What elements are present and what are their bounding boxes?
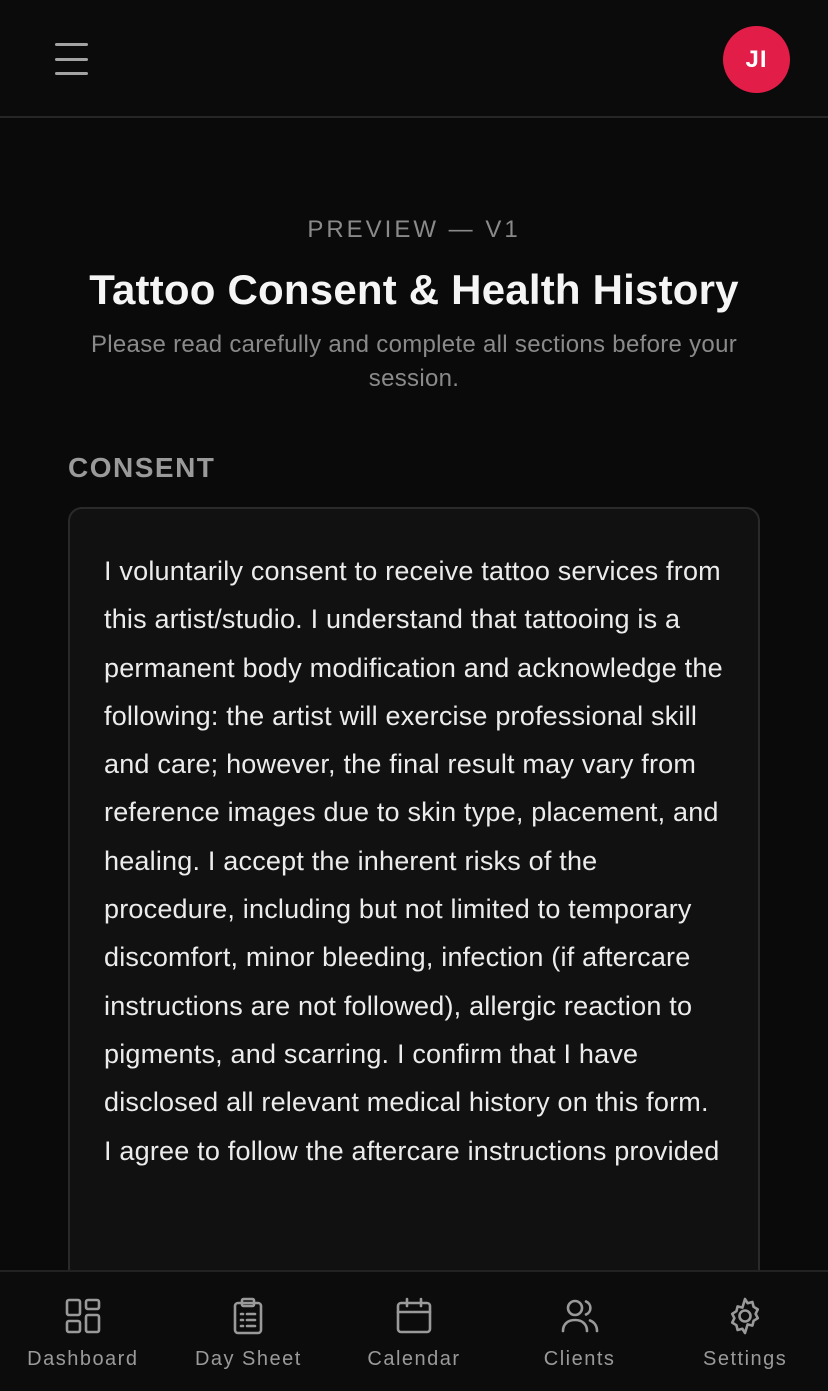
consent-text-box[interactable]: I voluntarily consent to receive tattoo … [68, 507, 760, 1327]
top-bar: JI [0, 0, 828, 118]
nav-label: Settings [703, 1348, 788, 1370]
clipboard-icon [228, 1296, 268, 1336]
app-root: JI PREVIEW — V1 Tattoo Consent & Health … [0, 0, 828, 1391]
dashboard-grid-icon [63, 1296, 103, 1336]
calendar-icon [394, 1296, 434, 1336]
preview-version-label: PREVIEW — V1 [307, 216, 521, 243]
nav-label: Dashboard [27, 1348, 139, 1370]
menu-line [55, 72, 88, 75]
users-icon [560, 1296, 600, 1336]
consent-text: I voluntarily consent to receive tattoo … [104, 556, 723, 1166]
menu-icon[interactable] [50, 38, 94, 80]
avatar-initials: JI [745, 45, 768, 73]
gear-icon [725, 1296, 765, 1336]
nav-item-calendar[interactable]: Calendar [331, 1272, 497, 1391]
nav-label: Clients [543, 1348, 616, 1370]
nav-label: Calendar [367, 1348, 461, 1370]
bottom-nav: Dashboard Day Sheet Calendar Clients Set… [0, 1270, 828, 1391]
page-title: Tattoo Consent & Health History [89, 266, 739, 313]
nav-item-clients[interactable]: Clients [497, 1272, 663, 1391]
nav-item-settings[interactable]: Settings [662, 1272, 828, 1391]
menu-line [55, 43, 88, 46]
page-subtitle: Please read carefully and complete all s… [90, 331, 738, 392]
section-label-consent: CONSENT [68, 452, 216, 483]
avatar[interactable]: JI [723, 26, 790, 93]
page-header: PREVIEW — V1 Tattoo Consent & Health His… [0, 216, 828, 396]
nav-item-dashboard[interactable]: Dashboard [0, 1272, 166, 1391]
menu-line [55, 57, 88, 61]
nav-label: Day Sheet [194, 1348, 302, 1370]
nav-item-day-sheet[interactable]: Day Sheet [166, 1272, 332, 1391]
